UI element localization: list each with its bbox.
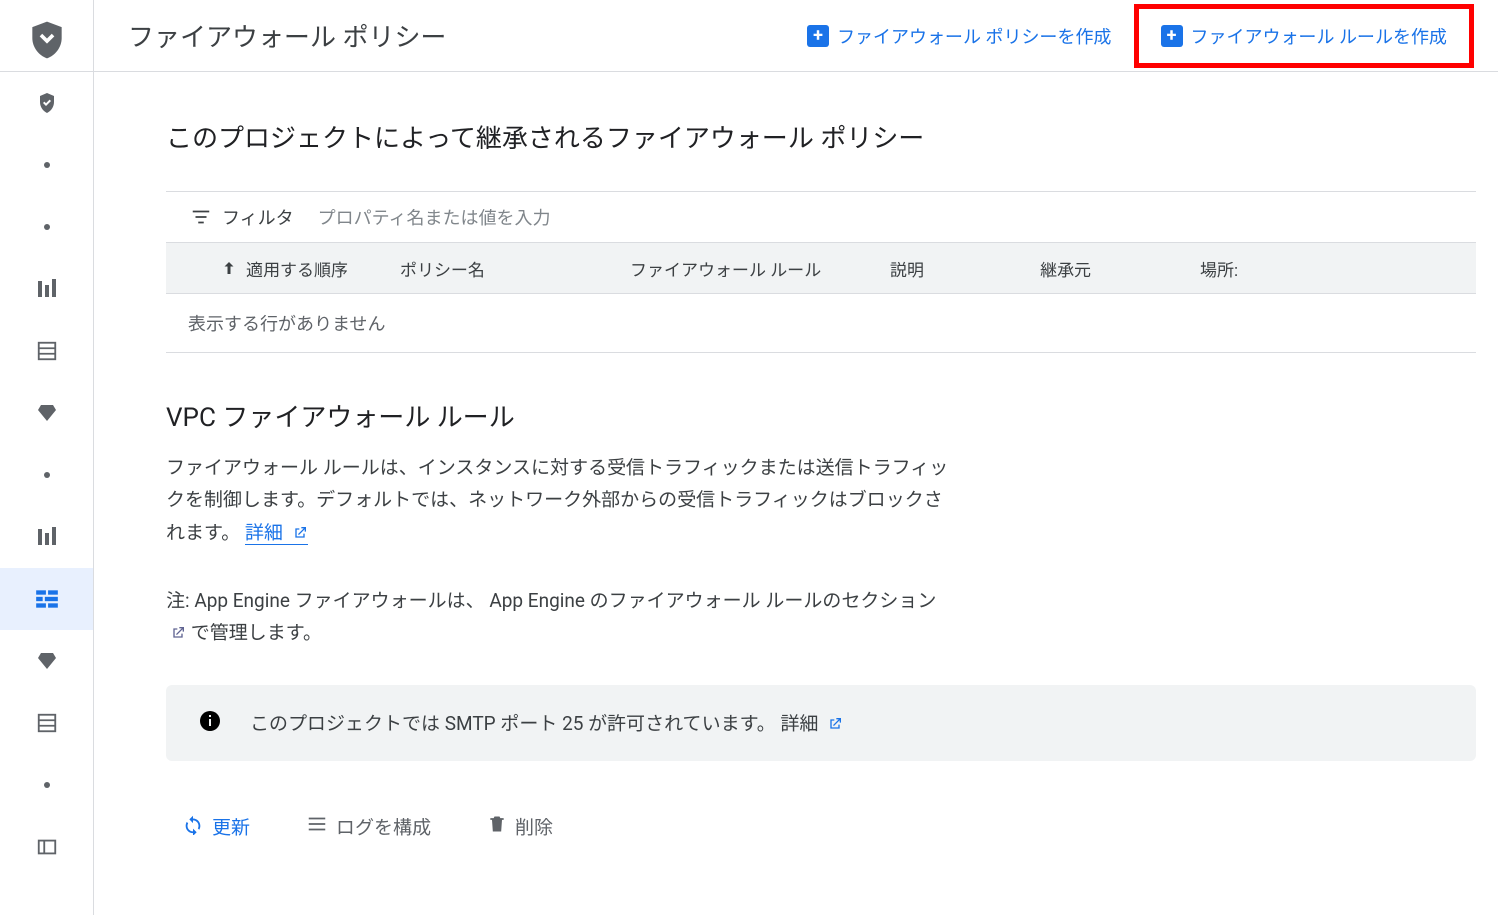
filter-bar: フィルタ プロパティ名または値を入力 (166, 191, 1476, 242)
sidebar (0, 0, 94, 915)
page-title: ファイアウォール ポリシー (128, 17, 446, 54)
bars-icon (35, 525, 59, 549)
grid-icon (36, 340, 58, 362)
sidebar-item-firewall[interactable] (0, 568, 93, 630)
plus-icon: + (1161, 25, 1183, 47)
bars-icon (35, 277, 59, 301)
sidebar-item-4[interactable] (0, 382, 93, 444)
filter-label-text: フィルタ (222, 204, 294, 230)
column-inherited-from[interactable]: 継承元 (1040, 256, 1200, 281)
sidebar-item-8[interactable] (0, 816, 93, 878)
product-logo[interactable] (0, 8, 93, 72)
create-rule-label: ファイアウォール ルールを作成 (1191, 23, 1447, 49)
panel-icon (36, 836, 58, 858)
sidebar-item-1[interactable] (0, 72, 93, 134)
trash-icon (487, 814, 507, 839)
sidebar-dot[interactable] (0, 134, 93, 196)
grid-icon (36, 712, 58, 734)
sidebar-item-2[interactable] (0, 258, 93, 320)
badge-icon (35, 91, 59, 115)
topbar: ファイアウォール ポリシー + ファイアウォール ポリシーを作成 + ファイアウ… (94, 0, 1498, 72)
action-row: 更新 ログを構成 削除 (166, 813, 1498, 840)
column-order[interactable]: 適用する順序 (220, 256, 400, 281)
column-description[interactable]: 説明 (890, 256, 1040, 281)
table-empty-row: 表示する行がありません (166, 294, 1476, 353)
external-link-icon (292, 519, 308, 551)
firewall-icon (34, 586, 60, 612)
sidebar-dot[interactable] (0, 754, 93, 816)
sidebar-item-3[interactable] (0, 320, 93, 382)
learn-more-link[interactable]: 詳細 (245, 521, 308, 545)
filter-input[interactable]: プロパティ名または値を入力 (318, 204, 551, 230)
create-rule-button[interactable]: + ファイアウォール ルールを作成 (1139, 9, 1469, 63)
delete-button[interactable]: 削除 (487, 813, 553, 840)
external-link-icon (827, 714, 843, 737)
info-icon (198, 709, 222, 737)
vpc-rules-desc: ファイアウォール ルールは、インスタンスに対する受信トラフィックまたは送信トラフ… (166, 452, 956, 551)
info-banner: このプロジェクトでは SMTP ポート 25 が許可されています。 詳細 (166, 685, 1476, 761)
sidebar-dot[interactable] (0, 444, 93, 506)
sort-asc-icon (220, 259, 238, 277)
sidebar-item-5[interactable] (0, 506, 93, 568)
column-rules[interactable]: ファイアウォール ルール (630, 256, 890, 281)
sidebar-dot[interactable] (0, 196, 93, 258)
filter-icon (190, 206, 212, 228)
configure-logs-button[interactable]: ログを構成 (306, 813, 431, 840)
diamond-icon (35, 401, 59, 425)
table-header: 適用する順序 ポリシー名 ファイアウォール ルール 説明 継承元 場所: (166, 242, 1476, 294)
diamond-icon (35, 649, 59, 673)
create-policy-label: ファイアウォール ポリシーを作成 (837, 23, 1111, 49)
refresh-icon (182, 813, 204, 840)
refresh-button[interactable]: 更新 (182, 813, 250, 840)
sidebar-item-7[interactable] (0, 692, 93, 754)
banner-learn-more-link[interactable]: 詳細 (780, 712, 843, 735)
column-location[interactable]: 場所: (1200, 256, 1320, 281)
sidebar-item-6[interactable] (0, 630, 93, 692)
plus-icon: + (807, 25, 829, 47)
shield-icon (25, 18, 69, 62)
list-icon (306, 813, 328, 840)
create-policy-button[interactable]: + ファイアウォール ポリシーを作成 (785, 9, 1133, 63)
column-policy-name[interactable]: ポリシー名 (400, 256, 630, 281)
app-engine-note: 注: App Engine ファイアウォールは、 App Engine のファイ… (166, 585, 956, 652)
inherited-policies-title: このプロジェクトによって継承されるファイアウォール ポリシー (166, 120, 966, 159)
vpc-rules-title: VPC ファイアウォール ルール (166, 397, 1498, 434)
highlight-box: + ファイアウォール ルールを作成 (1134, 4, 1474, 68)
external-link-icon (170, 619, 186, 651)
